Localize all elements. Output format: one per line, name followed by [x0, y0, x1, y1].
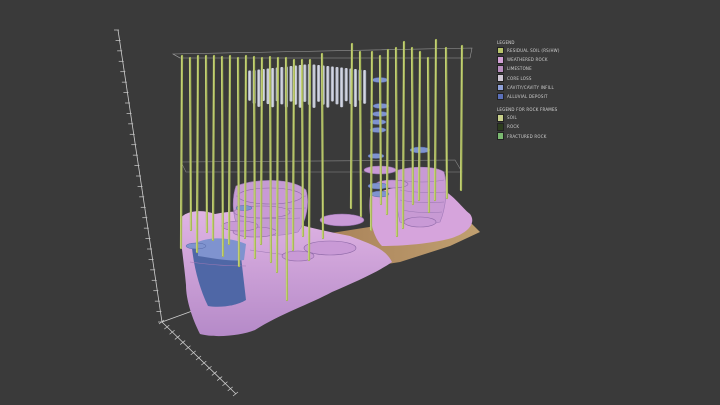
legend-item-fractured-rock: FRACTURED ROCK: [497, 132, 597, 141]
core-loss-column: [248, 70, 252, 101]
rock-lens: [303, 240, 357, 256]
core-loss-column: [289, 66, 293, 102]
legend-label: SOIL: [507, 115, 517, 121]
legend-swatch-alluvial-deposit: [497, 92, 504, 101]
legend-swatch-soil: [497, 113, 504, 122]
axis-tick: [232, 391, 239, 397]
legend-swatch-limestone: [497, 65, 504, 73]
legend-item-rock: ROCK: [497, 122, 597, 131]
legend-label: ROCK: [507, 124, 520, 130]
legend-label: FRACTURED ROCK: [507, 133, 547, 139]
core-loss-column: [344, 68, 348, 102]
legend-swatch-core-loss: [497, 74, 504, 82]
legend-item-weathered-rock: WEATHERED ROCK: [497, 55, 597, 64]
axis-frame: [117, 29, 237, 395]
legend-label: RESIDUAL SOIL (RS/HW): [507, 48, 560, 54]
legend-item-core-loss: CORE LOSS: [497, 74, 597, 83]
legend-swatch-rock: [497, 123, 504, 131]
legend-swatch-fractured-rock: [497, 132, 504, 140]
legend-item-residual-soil: RESIDUAL SOIL (RS/HW): [497, 46, 597, 55]
legend-swatch-weathered-rock: [497, 55, 504, 64]
core-loss-column-cluster: [248, 64, 367, 108]
legend-swatch-cavity: [497, 83, 504, 92]
legend-swatch-residual-soil: [497, 46, 504, 55]
core-loss-column: [353, 69, 357, 107]
rock-lens: [221, 220, 259, 232]
legend-label: CORE LOSS: [507, 75, 532, 81]
rock-lens: [403, 216, 437, 228]
core-loss-column: [312, 64, 316, 108]
core-loss-column: [280, 67, 284, 105]
core-loss-column: [340, 67, 344, 108]
legend-label: ALLUVIAL DEPOSIT: [507, 94, 548, 100]
core-loss-column: [326, 66, 330, 108]
core-loss-column: [330, 66, 334, 102]
core-loss-column: [271, 68, 275, 108]
core-loss-column: [257, 69, 261, 107]
legend-panel: LEGEND RESIDUAL SOIL (RS/HW) WEATHERED R…: [497, 40, 597, 141]
model-viewer[interactable]: LEGEND RESIDUAL SOIL (RS/HW) WEATHERED R…: [0, 0, 720, 405]
legend-item-cavity: CAVITY/CAVITY INFILL: [497, 83, 597, 92]
core-loss-column: [335, 67, 339, 105]
rock-lens: [319, 213, 365, 227]
geological-3d-model[interactable]: [0, 0, 720, 405]
legend-label: CAVITY/CAVITY INFILL: [507, 84, 554, 90]
core-loss-column: [303, 64, 307, 102]
legend-item-limestone: LIMESTONE: [497, 64, 597, 73]
legend-label: LIMESTONE: [507, 66, 532, 72]
legend-label: WEATHERED ROCK: [507, 57, 548, 63]
legend-item-soil: SOIL: [497, 113, 597, 122]
core-loss-column: [317, 65, 321, 102]
legend-item-alluvial-deposit: ALLUVIAL DEPOSIT: [497, 92, 597, 101]
core-loss-column: [363, 70, 367, 104]
